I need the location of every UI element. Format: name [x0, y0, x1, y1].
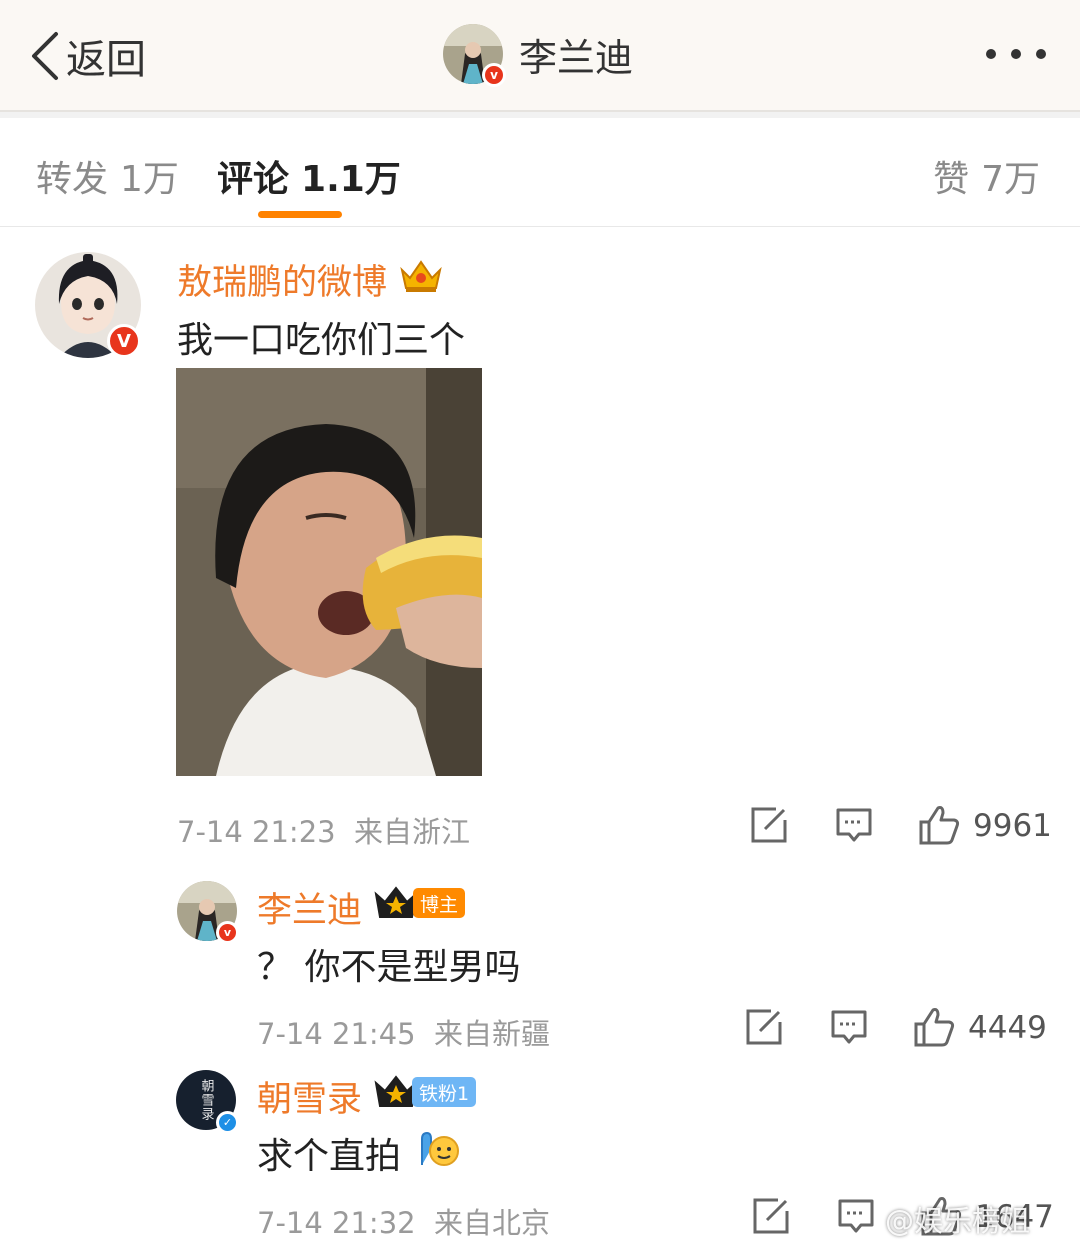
tab-comments[interactable]: 评论 1.1万	[217, 150, 401, 202]
tab-bar: 转发 1万 评论 1.1万 赞 7万	[0, 118, 1080, 227]
tab-count: 7万	[981, 159, 1040, 200]
chevron-left-icon	[32, 32, 58, 80]
comment-meta: 7-14 21:45 来自新疆	[257, 1011, 550, 1053]
avatar[interactable]: V	[35, 252, 141, 358]
comment-meta: 7-14 21:23 来自浙江	[177, 809, 470, 851]
crown-icon	[400, 260, 442, 292]
watermark: @娱乐榜姐	[885, 1204, 1031, 1238]
back-label: 返回	[66, 37, 146, 83]
comment-location: 来自浙江	[354, 815, 471, 849]
back-button[interactable]: 返回	[28, 28, 146, 84]
tab-label: 评论	[217, 159, 290, 200]
comment-username[interactable]: 朝雪录	[257, 1071, 362, 1122]
profile-header[interactable]: v 李兰迪	[443, 24, 634, 87]
more-options-icon[interactable]	[986, 42, 1046, 66]
verified-icon: V	[107, 324, 141, 358]
comment-username[interactable]: 李兰迪	[257, 882, 362, 933]
comment-text: 我一口吃你们三个	[177, 320, 466, 361]
comment-icon[interactable]	[830, 1008, 868, 1046]
avatar[interactable]: v	[443, 24, 506, 87]
top-nav-bar: 返回 v 李兰迪	[0, 0, 1080, 112]
comment-time: 7-14 21:45	[257, 1017, 416, 1051]
page-title: 李兰迪	[519, 35, 634, 80]
tab-label: 赞	[933, 159, 970, 200]
tab-count: 1.1万	[301, 159, 401, 200]
comment-image[interactable]	[176, 368, 482, 776]
comment-location: 来自新疆	[434, 1017, 551, 1051]
like-count: 4449	[968, 1010, 1047, 1046]
share-icon[interactable]	[750, 806, 788, 844]
comment-location: 来自北京	[434, 1206, 551, 1240]
tab-label: 转发	[36, 159, 109, 200]
verified-icon: v	[482, 63, 506, 87]
comment-time: 7-14 21:32	[257, 1206, 416, 1240]
comment-time: 7-14 21:23	[177, 815, 336, 849]
like-icon[interactable]	[918, 804, 960, 846]
fan-level-badge: 铁粉1	[412, 1077, 477, 1107]
blogger-badge: 博主	[413, 888, 466, 918]
comment-username[interactable]: 敖瑞鹏的微博	[177, 254, 387, 305]
comment-meta: 7-14 21:32 来自北京	[257, 1200, 550, 1242]
comment-icon[interactable]	[835, 806, 873, 844]
tab-likes[interactable]: 赞 7万	[933, 150, 1040, 202]
like-icon[interactable]	[913, 1006, 955, 1048]
comment-text: 求个直拍	[257, 1136, 402, 1177]
verified-icon: ✓	[216, 1111, 239, 1134]
avatar[interactable]: v	[177, 881, 239, 944]
active-tab-indicator	[258, 211, 342, 218]
verified-icon: v	[216, 921, 239, 944]
raised-hand-emoji-icon	[421, 1131, 459, 1166]
avatar-text: 朝雪录	[198, 1079, 214, 1121]
tab-count: 1万	[120, 159, 179, 200]
tab-reposts[interactable]: 转发 1万	[36, 150, 179, 202]
avatar[interactable]: 朝雪录 ✓	[176, 1070, 239, 1134]
comment-icon[interactable]	[837, 1197, 875, 1235]
share-icon[interactable]	[745, 1008, 783, 1046]
like-count: 9961	[973, 808, 1052, 844]
share-icon[interactable]	[752, 1197, 790, 1235]
comment-text: ？ 你不是型男吗	[257, 947, 521, 988]
